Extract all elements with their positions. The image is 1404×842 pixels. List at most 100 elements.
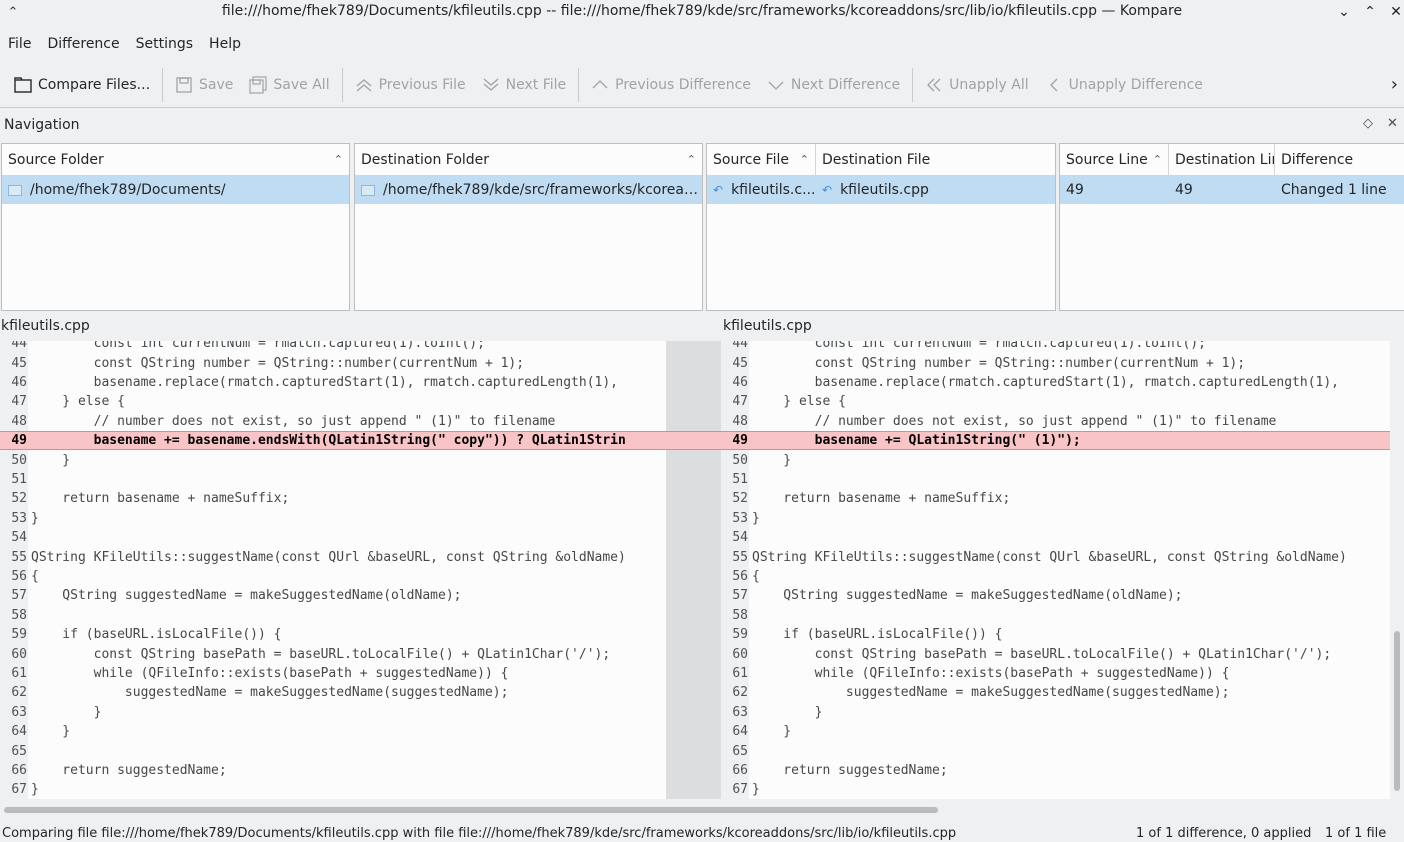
code-line: 47 } else {	[721, 392, 1390, 412]
line-number: 52	[0, 489, 28, 509]
sort-ascending-icon: ⌃	[333, 153, 343, 166]
line-number: 60	[0, 644, 28, 664]
code-line: 64 }	[0, 722, 666, 742]
code-text: }	[31, 704, 102, 720]
difference-header[interactable]: Difference	[1275, 144, 1404, 176]
folder-open-icon	[14, 76, 32, 94]
code-text: basename.replace(rmatch.capturedStart(1)…	[31, 374, 618, 390]
status-files: 1 of 1 file	[1325, 825, 1387, 841]
source-file-header[interactable]: Source File ⌃	[707, 144, 816, 176]
difference-destination-line: 49	[1175, 182, 1193, 198]
source-folder-header-label: Source Folder	[8, 152, 104, 168]
code-line: 53}	[721, 508, 1390, 528]
next-file-button[interactable]: Next File	[474, 67, 575, 103]
close-dock-icon[interactable]: ✕	[1387, 116, 1398, 131]
difference-description: Changed 1 line	[1281, 182, 1387, 198]
line-number: 56	[0, 566, 28, 587]
code-text: while (QFileInfo::exists(basePath + sugg…	[752, 665, 1230, 681]
chevron-up-icon	[591, 76, 609, 94]
toolbar-separator	[162, 67, 164, 102]
menu-file[interactable]: File	[0, 30, 39, 58]
previous-file-button[interactable]: Previous File	[347, 67, 474, 103]
double-chevron-down-icon	[482, 76, 500, 94]
diff-connector[interactable]	[666, 341, 721, 799]
code-text: {	[752, 568, 760, 584]
unapply-all-button[interactable]: Unapply All	[917, 67, 1036, 103]
code-line: 66 return suggestedName;	[0, 760, 666, 781]
source-line-header[interactable]: Source Line ⌃	[1060, 144, 1169, 176]
next-difference-button[interactable]: Next Difference	[759, 67, 908, 103]
main-toolbar: Compare Files... Save Save All Previous …	[0, 62, 1404, 108]
code-line: 59 if (baseURL.isLocalFile()) {	[721, 625, 1390, 645]
vertical-scrollbar[interactable]	[1390, 341, 1404, 799]
save-button[interactable]: Save	[167, 67, 241, 103]
code-text: return basename + nameSuffix;	[752, 491, 1011, 507]
code-line: 54	[0, 528, 666, 548]
float-dock-icon[interactable]: ◇	[1363, 116, 1373, 131]
destination-folder-row[interactable]: /home/fhek789/kde/src/frameworks/kcoread…	[355, 176, 702, 204]
file-row[interactable]: ↶ kfileutils.c... ↶ kfileutils.cpp	[707, 176, 1055, 204]
code-text: return suggestedName;	[752, 762, 948, 778]
vertical-scrollbar-thumb[interactable]	[1394, 631, 1400, 791]
line-number: 44	[0, 341, 28, 354]
code-line: 55 QString KFileUtils::suggestName(const …	[721, 547, 1390, 567]
save-all-button[interactable]: Save All	[241, 67, 337, 103]
toolbar-overflow-icon[interactable]: ›	[1391, 74, 1398, 95]
line-number: 59	[721, 625, 749, 645]
code-line: 56{	[0, 566, 666, 587]
menu-difference[interactable]: Difference	[39, 30, 127, 58]
code-line: 55 QString KFileUtils::suggestName(const …	[0, 547, 666, 567]
previous-file-label: Previous File	[378, 76, 466, 93]
code-text: {	[31, 568, 39, 584]
line-number: 63	[721, 702, 749, 722]
code-line: 67}	[0, 780, 666, 799]
code-text: const QString number = QString::number(c…	[752, 355, 1246, 371]
code-line: 47 } else {	[0, 392, 666, 412]
line-number: 50	[721, 450, 749, 470]
code-text: // number does not exist, so just append…	[31, 413, 556, 429]
line-number: 53	[721, 508, 749, 528]
line-number: 62	[721, 683, 749, 703]
unapply-difference-button[interactable]: Unapply Difference	[1037, 67, 1211, 103]
code-line: 63 }	[721, 702, 1390, 722]
save-label: Save	[199, 76, 234, 93]
destination-folder-header[interactable]: Destination Folder ⌃	[355, 144, 702, 176]
line-number: 59	[0, 625, 28, 645]
horizontal-scrollbar-thumb[interactable]	[4, 807, 938, 813]
source-folder-header[interactable]: Source Folder ⌃	[2, 144, 349, 176]
horizontal-scrollbar[interactable]	[0, 802, 1404, 816]
previous-difference-button[interactable]: Previous Difference	[583, 67, 759, 103]
compare-files-button[interactable]: Compare Files...	[0, 67, 158, 103]
code-text: return suggestedName;	[31, 762, 227, 778]
chevron-up-icon: ⌃	[1364, 4, 1376, 20]
status-message: Comparing file file:///home/fhek789/Docu…	[2, 825, 957, 841]
maximize-button[interactable]: ⌃	[1360, 2, 1380, 22]
difference-row[interactable]: 49 49 Changed 1 line	[1060, 176, 1404, 204]
destination-line-header[interactable]: Destination Lir	[1169, 144, 1275, 176]
minimize-button[interactable]: ⌄	[1334, 2, 1354, 22]
chevron-left-icon	[1045, 76, 1063, 94]
line-number: 67	[0, 780, 28, 799]
code-line: 66 return suggestedName;	[721, 760, 1390, 781]
menu-settings[interactable]: Settings	[128, 30, 201, 58]
source-folder-row[interactable]: /home/fhek789/Documents/	[2, 176, 349, 204]
code-text: }	[752, 704, 823, 720]
destination-file-header[interactable]: Destination File	[816, 144, 1055, 176]
destination-diff-view[interactable]: 44 const int currentNum = rmatch.capture…	[721, 341, 1390, 799]
code-line: 56{	[721, 566, 1390, 587]
code-line: 65	[0, 741, 666, 761]
next-difference-label: Next Difference	[790, 76, 901, 93]
line-number: 48	[0, 411, 28, 431]
close-button[interactable]: ✕	[1386, 2, 1404, 22]
menu-help[interactable]: Help	[201, 30, 249, 58]
line-number: 46	[0, 372, 28, 393]
source-diff-view[interactable]: 44 const int currentNum = rmatch.capture…	[0, 341, 666, 799]
save-all-icon	[249, 75, 268, 94]
line-number: 65	[0, 741, 28, 761]
save-all-label: Save All	[273, 76, 330, 93]
line-number: 53	[0, 508, 28, 528]
line-number: 54	[721, 528, 749, 548]
differences-panel: Source Line ⌃ Destination Lir Difference…	[1059, 143, 1404, 311]
code-text: }	[752, 724, 792, 740]
code-text: if (baseURL.isLocalFile()) {	[31, 627, 282, 643]
